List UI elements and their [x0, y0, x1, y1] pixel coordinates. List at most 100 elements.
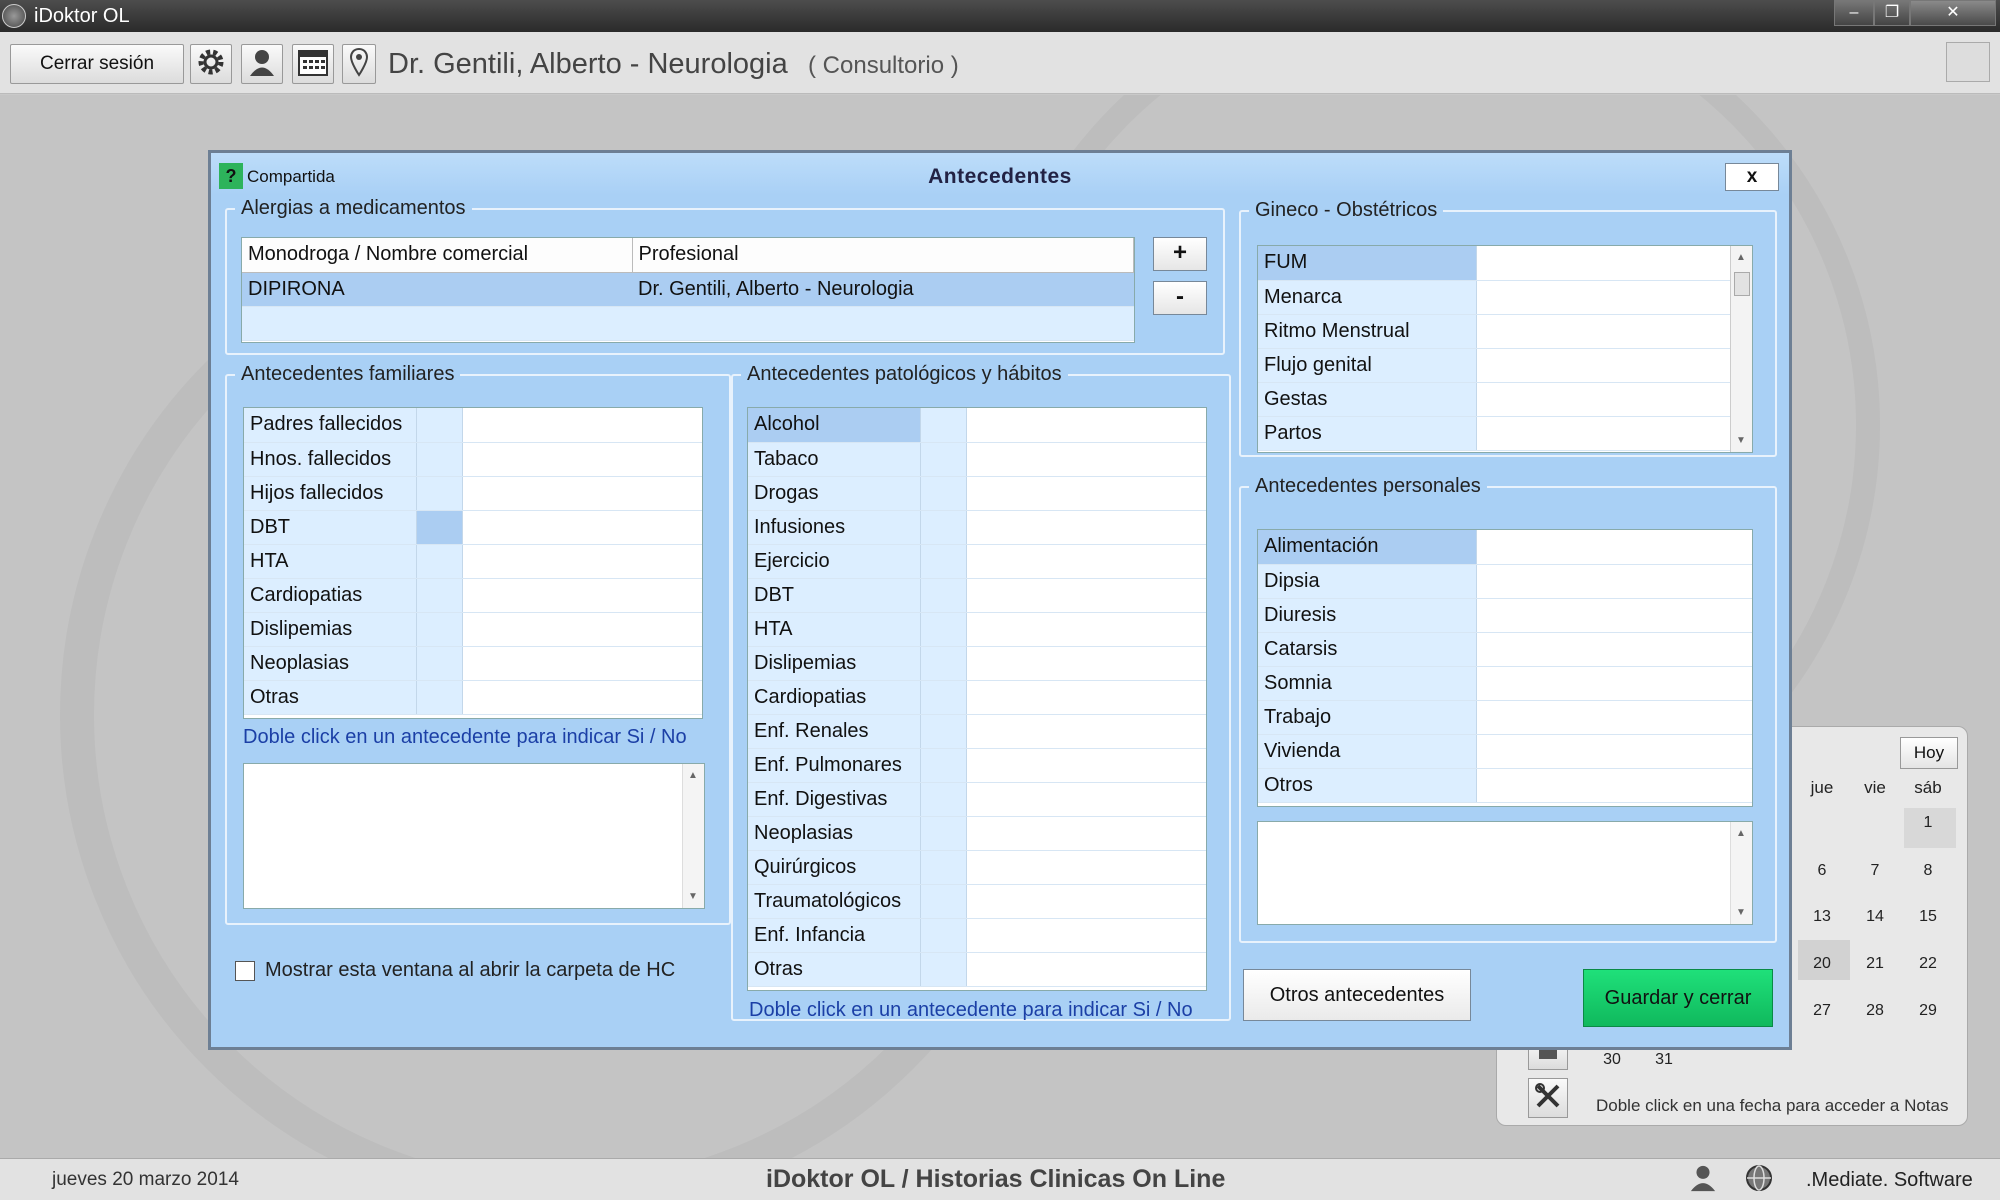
pathological-item-value[interactable] [966, 918, 1206, 953]
table-row[interactable]: Neoplasias [748, 816, 1206, 851]
calendar-button[interactable] [292, 44, 334, 84]
family-item-flag[interactable] [416, 646, 463, 681]
gyneco-scrollbar[interactable]: ▲ ▼ [1730, 246, 1752, 452]
table-row[interactable]: Alcohol [748, 408, 1206, 443]
calendar-day[interactable]: 1 [1908, 814, 1948, 832]
family-item-value[interactable] [462, 680, 702, 715]
pathological-item-value[interactable] [966, 408, 1206, 443]
family-item-value[interactable] [462, 408, 702, 443]
pathological-item-flag[interactable] [920, 714, 967, 749]
personal-item-value[interactable] [1476, 530, 1752, 565]
table-row[interactable]: Somnia [1258, 666, 1752, 701]
pathological-item-flag[interactable] [920, 952, 967, 987]
calendar-day[interactable]: 15 [1908, 908, 1948, 926]
gyneco-item-value[interactable] [1476, 314, 1732, 349]
tools-button[interactable] [1528, 1078, 1568, 1118]
table-row[interactable]: Traumatológicos [748, 884, 1206, 919]
pathological-item-value[interactable] [966, 578, 1206, 613]
table-row[interactable]: Cardiopatias [748, 680, 1206, 715]
pathological-item-flag[interactable] [920, 918, 967, 953]
pathological-item-value[interactable] [966, 510, 1206, 545]
family-item-flag[interactable] [416, 578, 463, 613]
status-globe-button[interactable] [1740, 1163, 1778, 1197]
pathological-item-flag[interactable] [920, 680, 967, 715]
pathological-item-value[interactable] [966, 748, 1206, 783]
scroll-up-icon[interactable]: ▲ [688, 770, 698, 781]
settings-button[interactable] [190, 44, 232, 84]
gyneco-item-value[interactable] [1476, 382, 1732, 417]
dialog-close-button[interactable]: x [1725, 163, 1779, 191]
calendar-day[interactable]: 28 [1855, 1002, 1895, 1020]
pathological-item-value[interactable] [966, 850, 1206, 885]
pathological-item-value[interactable] [966, 952, 1206, 987]
table-row[interactable]: Flujo genital [1258, 348, 1732, 383]
logout-button[interactable]: Cerrar sesión [10, 44, 184, 84]
pathological-item-value[interactable] [966, 782, 1206, 817]
table-row[interactable]: Menarca [1258, 280, 1732, 315]
calendar-day[interactable]: 20 [1802, 955, 1842, 973]
calendar-day[interactable]: 22 [1908, 955, 1948, 973]
today-button[interactable]: Hoy [1900, 737, 1958, 769]
pathological-item-value[interactable] [966, 442, 1206, 477]
gyneco-item-value[interactable] [1476, 246, 1732, 281]
status-user-button[interactable] [1684, 1163, 1722, 1197]
family-item-flag[interactable] [416, 612, 463, 647]
pathological-item-flag[interactable] [920, 442, 967, 477]
pathological-item-flag[interactable] [920, 544, 967, 579]
save-and-close-button[interactable]: Guardar y cerrar [1583, 969, 1773, 1027]
pathological-item-value[interactable] [966, 476, 1206, 511]
pathological-item-flag[interactable] [920, 782, 967, 817]
calendar-day[interactable]: 13 [1802, 908, 1842, 926]
personal-item-value[interactable] [1476, 666, 1752, 701]
scroll-up-icon[interactable]: ▲ [1736, 828, 1746, 839]
pathological-item-value[interactable] [966, 884, 1206, 919]
personal-item-value[interactable] [1476, 734, 1752, 769]
pathological-item-flag[interactable] [920, 748, 967, 783]
calendar-day[interactable]: 21 [1855, 955, 1895, 973]
table-row[interactable]: Gestas [1258, 382, 1732, 417]
personal-item-value[interactable] [1476, 632, 1752, 667]
table-row[interactable]: Enf. Renales [748, 714, 1206, 749]
scroll-down-icon[interactable]: ▼ [1736, 435, 1746, 446]
table-row-empty[interactable] [242, 306, 1134, 341]
minimize-button[interactable]: ‒ [1834, 0, 1874, 26]
add-allergy-button[interactable]: + [1153, 237, 1207, 271]
calendar-day[interactable]: 8 [1908, 862, 1948, 880]
table-row[interactable]: DBT [244, 510, 702, 545]
pathological-item-flag[interactable] [920, 612, 967, 647]
personal-item-value[interactable] [1476, 564, 1752, 599]
scroll-thumb[interactable] [1734, 272, 1750, 296]
family-item-value[interactable] [462, 646, 702, 681]
table-row[interactable]: HTA [748, 612, 1206, 647]
family-item-value[interactable] [462, 544, 702, 579]
table-row[interactable]: Alimentación [1258, 530, 1752, 565]
pathological-item-value[interactable] [966, 612, 1206, 647]
family-item-value[interactable] [462, 442, 702, 477]
table-row[interactable]: Trabajo [1258, 700, 1752, 735]
personal-item-value[interactable] [1476, 598, 1752, 633]
table-row[interactable]: Drogas [748, 476, 1206, 511]
family-item-flag[interactable] [416, 408, 463, 443]
table-row[interactable]: Catarsis [1258, 632, 1752, 667]
table-row[interactable]: Dislipemias [244, 612, 702, 647]
show-on-open-checkbox[interactable] [235, 960, 255, 981]
calendar-day[interactable]: 7 [1855, 862, 1895, 880]
pathological-item-value[interactable] [966, 544, 1206, 579]
table-row[interactable]: Neoplasias [244, 646, 702, 681]
table-row[interactable]: Enf. Infancia [748, 918, 1206, 953]
other-history-button[interactable]: Otros antecedentes [1243, 969, 1471, 1021]
table-row[interactable]: Cardiopatias [244, 578, 702, 613]
pathological-item-flag[interactable] [920, 884, 967, 919]
pathological-item-value[interactable] [966, 816, 1206, 851]
table-row[interactable]: Hnos. fallecidos [244, 442, 702, 477]
calendar-day[interactable]: 30 [1592, 1051, 1632, 1069]
table-row[interactable]: Hijos fallecidos [244, 476, 702, 511]
family-item-value[interactable] [462, 476, 702, 511]
notes-scrollbar[interactable]: ▲ ▼ [682, 764, 704, 908]
table-row[interactable]: Otros [1258, 768, 1752, 803]
gyneco-item-value[interactable] [1476, 280, 1732, 315]
user-button[interactable] [241, 44, 283, 84]
personal-item-value[interactable] [1476, 768, 1752, 803]
scroll-down-icon[interactable]: ▼ [688, 891, 698, 902]
personal-notes-textarea[interactable]: ▲ ▼ [1257, 821, 1753, 925]
